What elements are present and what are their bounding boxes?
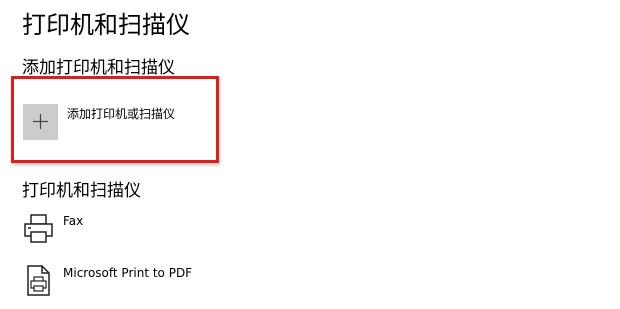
printer-icon [24,214,53,243]
device-name-microsoft-print-to-pdf: Microsoft Print to PDF [63,266,193,280]
pdf-printer-icon [27,265,50,296]
add-button-tile[interactable] [23,104,58,140]
device-name-fax: Fax [63,214,84,228]
page-title: 打印机和扫描仪 [22,11,190,39]
add-printer-or-scanner-label: 添加打印机或扫描仪 [67,107,176,121]
plus-icon [33,114,48,129]
device-item-fax[interactable]: Fax [22,212,282,252]
add-printer-or-scanner-button[interactable]: 添加打印机或扫描仪 [23,104,208,142]
device-item-microsoft-print-to-pdf[interactable]: Microsoft Print to PDF [22,264,282,304]
devices-section-title: 打印机和扫描仪 [22,181,141,201]
printers-and-scanners-page: 打印机和扫描仪 添加打印机和扫描仪 添加打印机或扫描仪 打印机和扫描仪 Fax [0,0,620,309]
